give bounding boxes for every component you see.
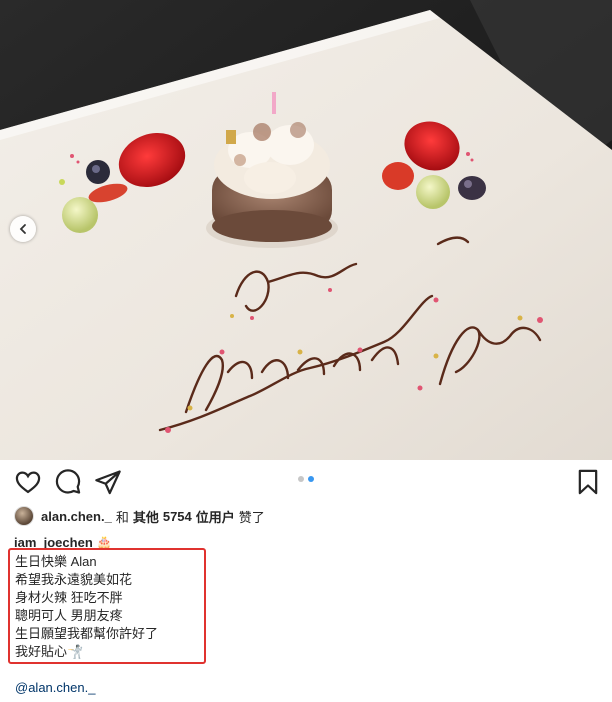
share-icon <box>95 470 121 495</box>
likes-summary: alan.chen._ 和 其他 5754 位用户 赞了 <box>14 506 265 526</box>
comment-button[interactable] <box>54 468 82 496</box>
likes-suffix: 赞了 <box>238 509 265 525</box>
post-photo[interactable] <box>0 0 612 460</box>
avatar[interactable] <box>14 506 34 526</box>
like-button[interactable] <box>14 468 42 496</box>
likes-conjunction: 和 <box>115 509 129 525</box>
likes-count[interactable]: 5754 <box>163 509 192 524</box>
heart-icon <box>15 471 41 494</box>
save-button[interactable] <box>574 468 602 496</box>
carousel-dot-active[interactable] <box>308 476 314 482</box>
dessert-plate-image <box>0 0 612 460</box>
caption-line: 生日快樂 Alan <box>15 554 97 569</box>
carousel-indicator <box>298 476 314 482</box>
caption-line: 身材火辣 狂吃不胖 <box>15 590 123 605</box>
caption-line: 生日願望我都幫你許好了 <box>15 626 159 641</box>
mention-link[interactable]: @alan.chen._ <box>15 680 95 695</box>
action-bar <box>0 460 612 504</box>
share-button[interactable] <box>94 468 122 496</box>
carousel-prev-button[interactable] <box>10 216 36 242</box>
likes-unit-label[interactable]: 位用户 <box>196 507 235 526</box>
caption-line: 希望我永遠貌美如花 <box>15 572 133 587</box>
carousel-dot[interactable] <box>298 476 304 482</box>
chevron-left-icon <box>19 224 26 234</box>
caption-text: 生日快樂 Alan 希望我永遠貌美如花 身材火辣 狂吃不胖 聰明可人 男朋友疼 … <box>15 553 158 661</box>
caption-line: 我好貼心🤺 <box>15 644 84 659</box>
liker-username[interactable]: alan.chen._ <box>41 509 112 524</box>
likes-others-label[interactable]: 其他 <box>133 507 159 526</box>
caption-line: 聰明可人 男朋友疼 <box>15 608 123 623</box>
comment-icon <box>55 469 81 494</box>
bookmark-icon <box>578 469 598 495</box>
